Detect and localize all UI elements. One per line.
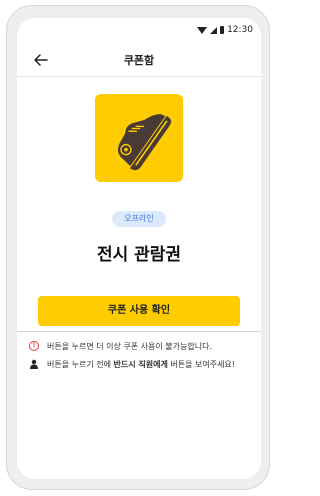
- coupon-image: [95, 94, 183, 182]
- coupon-title: 전시 관람권: [96, 245, 182, 265]
- status-bar: 12:30: [17, 18, 261, 40]
- notice-staff-text: 버튼을 누르기 전에 반드시 직원에게 버튼을 보여주세요!: [47, 359, 253, 371]
- phone-screen: 12:30 쿠폰함 오프라인 전시 관람권 쿠폰 사용 확인 ! 버튼을 누르면…: [17, 18, 261, 479]
- notice-staff-post: 버튼을 보여주세요!: [167, 360, 236, 369]
- status-time: 12:30: [227, 25, 253, 35]
- notice-staff-pre: 버튼을 누르기 전에: [47, 360, 114, 369]
- offline-badge: 오프라인: [112, 211, 166, 227]
- confirm-use-button[interactable]: 쿠폰 사용 확인: [38, 296, 240, 326]
- page-title: 쿠폰함: [123, 54, 155, 67]
- sneaker-icon: [117, 114, 172, 171]
- device-frame: 12:30 쿠폰함 오프라인 전시 관람권 쿠폰 사용 확인 ! 버튼을 누르면…: [6, 5, 270, 490]
- divider: [17, 331, 261, 332]
- notice-staff-emphasis: 반드시 직원에게: [113, 360, 168, 369]
- signal-icon: [210, 26, 218, 34]
- person-icon: [29, 359, 39, 369]
- battery-icon: [220, 26, 225, 34]
- app-frame: 12:30 쿠폰함 오프라인 전시 관람권 쿠폰 사용 확인 ! 버튼을 누르면…: [0, 0, 276, 496]
- warning-icon: !: [29, 341, 39, 351]
- status-icons: 12:30: [197, 25, 253, 35]
- notice-warning-text: 버튼을 누르면 더 이상 쿠폰 사용이 불가능합니다.: [47, 342, 212, 351]
- wifi-icon: [197, 26, 208, 34]
- app-bar: 쿠폰함: [17, 46, 261, 77]
